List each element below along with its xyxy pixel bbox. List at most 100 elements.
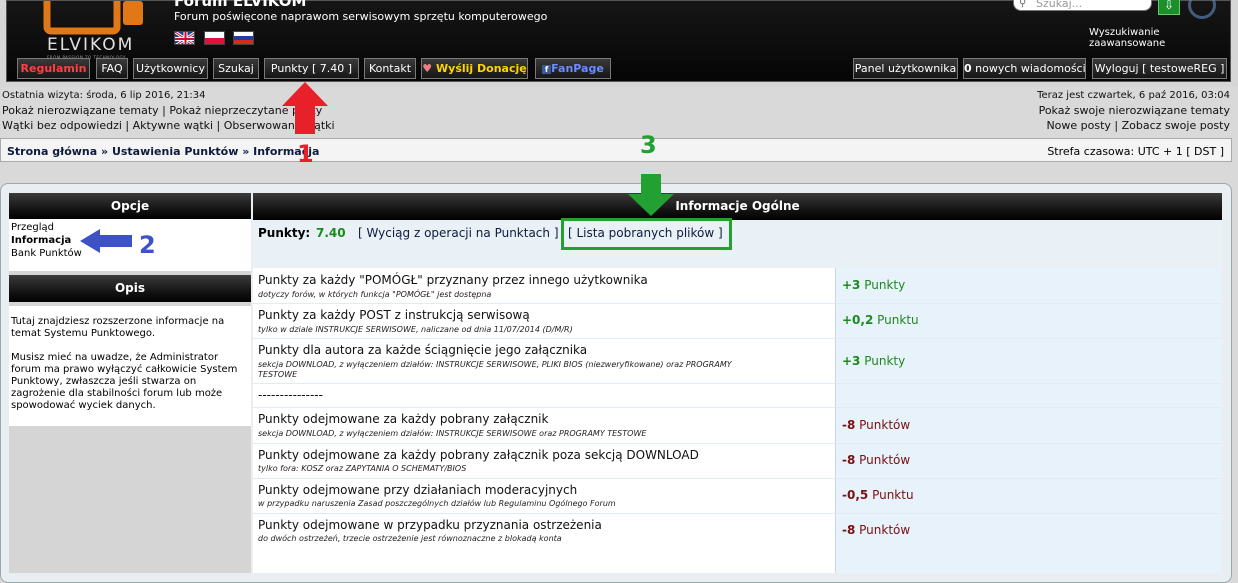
rule-value-unit: Punktu [873,313,919,327]
header-banner: ELVIKOM FROM PASSION TO TECHNOLOGY Forum… [6,0,1231,82]
messages-label: nowych wiadomości [971,62,1086,75]
annotation-number: 3 [640,131,657,159]
nav-donate-button[interactable]: ♥ Wyślij Donację [421,58,528,79]
nav-contact-button[interactable]: Kontakt [364,58,416,79]
nav-user-panel-button[interactable]: Panel użytkownika [853,58,958,79]
logo-text[interactable]: ELVIKOM [47,35,134,55]
rule-value-unit: Punktu [868,488,914,502]
nav-regulamin-button[interactable]: Regulamin [17,58,90,79]
rule-value-unit: Punktów [855,453,911,467]
row-divider [253,478,1222,479]
rule-value-unit: Punktów [855,418,911,432]
messages-count: 0 [964,62,972,75]
advanced-search-link[interactable]: Wyszukiwanie zaawansowane [1089,27,1230,49]
rule-subtitle: TESTOWE [258,370,298,379]
nav-points-button[interactable]: Punkty [ 7.40 ] [264,58,359,79]
rule-subtitle: dotyczy forów, w których funkcja "POMÓGŁ… [258,290,492,299]
annotation-arrow-blue-icon [80,229,132,253]
rule-subtitle: sekcja DOWNLOAD, z wyłączeniem działów: … [258,360,732,369]
last-visit-text: Ostatnia wizyta: środa, 6 lip 2016, 21:3… [2,90,206,101]
description-paragraph: Tutaj znajdziesz rozszerzone informacje … [11,316,225,339]
rule-value: -8 Punktów [842,418,910,432]
rule-value-number: +3 [842,278,861,292]
points-history-link[interactable]: [ Wyciąg z operacji na Punktach ] [358,226,559,240]
row-divider [253,383,1222,384]
rule-value: +0,2 Punktu [842,313,919,327]
search-go-button[interactable]: ⇩ [1158,0,1180,15]
rule-subtitle: sekcja DOWNLOAD, z wyłączeniem działów: … [258,429,647,438]
facebook-icon: f [542,65,552,74]
rule-value-unit: Punktów [855,523,911,537]
flag-ru-icon[interactable] [233,31,254,45]
row-divider [253,407,1222,408]
new-posts-links[interactable]: Nowe posty | Zobacz swoje posty [1046,119,1230,132]
rule-title: Punkty za każdy POST z instrukcją serwis… [258,308,530,322]
magnifier-icon [1188,0,1216,19]
nav-search-button[interactable]: Szukaj [213,58,259,79]
breadcrumb-bar: Strona główna » Ustawienia Punktów » Inf… [0,138,1232,162]
rule-separator: --------------- [258,388,323,402]
rule-subtitle: w przypadku naruszenia Zasad poszczególn… [258,499,616,508]
points-value: 7.40 [316,226,346,240]
heart-icon: ♥ [422,62,433,75]
row-divider [253,513,1222,514]
rule-title: Punkty dla autora za każde ściągnięcie j… [258,343,588,357]
rule-subtitle: do dwóch ostrzeżeń, trzecie ostrzeżenie … [258,534,562,543]
rule-value: -8 Punktów [842,523,910,537]
rule-value-unit: Punkty [860,278,906,292]
row-divider [253,338,1222,339]
rule-value: -8 Punktów [842,453,910,467]
rule-title: Punkty odejmowane za każdy pobrany załąc… [258,412,549,426]
menu-item-points-bank[interactable]: Bank Punktów [11,248,82,259]
rule-value-number: -8 [842,523,856,537]
menu-item-information[interactable]: Informacja [11,235,71,246]
rule-value: +3 Punkty [842,354,905,368]
rule-title: Punkty za każdy "POMÓGŁ" przyznany przez… [258,273,648,287]
rule-title: Punkty odejmowane przy działaniach moder… [258,483,578,497]
rule-value-number: +3 [842,354,861,368]
menu-item-overview[interactable]: Przegląd [11,222,54,233]
description-body: Tutaj znajdziesz rozszerzone informacje … [9,306,251,426]
rule-value: -0,5 Punktu [842,488,914,502]
forum-title[interactable]: Forum ELVIKOM [174,0,306,10]
flag-uk-icon[interactable] [174,31,195,45]
nav-messages-button[interactable]: 0 nowych wiadomości [963,58,1086,79]
rule-subtitle: tylko w dziale INSTRUKCJE SERWISOWE, nal… [258,325,573,334]
points-label: Punkty: [258,226,311,240]
unanswered-links[interactable]: Pokaż nierozwiązane tematy | Pokaż niepr… [2,104,322,117]
general-info-header: Informacje Ogólne [253,193,1222,220]
annotation-number: 1 [297,140,314,168]
nav-faq-button[interactable]: FAQ [96,58,128,79]
forum-description: Forum poświęcone naprawom serwisowym spr… [174,10,548,23]
breadcrumb[interactable]: Strona główna » Ustawienia Punktów » Inf… [7,145,319,158]
flag-pl-icon[interactable] [204,31,225,45]
annotation-arrow-red-icon [282,82,328,134]
search-icon: ⚲ [1019,0,1027,9]
own-unsolved-link[interactable]: Pokaż swoje nierozwiązane tematy [1039,104,1230,117]
row-divider [253,303,1222,304]
rule-title: Punkty odejmowane za każdy pobrany załąc… [258,448,699,462]
description-header: Opis [9,275,251,302]
rule-title: Punkty odejmowane w przypadku przyznania… [258,518,602,532]
description-paragraph: Musisz mieć na uwadze, że Administrator … [11,352,238,411]
annotation-arrow-green-icon [628,174,674,216]
row-divider [253,443,1222,444]
rule-value-unit: Punkty [860,354,906,368]
rule-value-number: -8 [842,418,856,432]
rule-value-number: -0,5 [842,488,869,502]
highlight-frame [561,218,732,250]
nav-users-button[interactable]: Użytkownicy [133,58,208,79]
nav-logout-button[interactable]: Wyloguj [ testoweREG ] [1092,58,1227,79]
rule-value: +3 Punkty [842,278,905,292]
donate-label: Wyślij Donację [436,62,527,75]
header: ELVIKOM FROM PASSION TO TECHNOLOGY Forum… [0,0,1238,87]
current-time-text: Teraz jest czwartek, 6 paź 2016, 03:04 [1037,90,1230,101]
timezone-text: Strefa czasowa: UTC + 1 [ DST ] [1047,145,1224,158]
rule-subtitle: tylko fora: KOSZ oraz ZAPYTANIA O SCHEMA… [258,464,467,473]
options-header: Opcje [9,193,251,219]
rule-value-number: +0,2 [842,313,874,327]
search-input[interactable]: Szukaj... [1013,0,1152,11]
fanpage-label: FanPage [551,62,604,75]
rule-value-number: -8 [842,453,856,467]
nav-fanpage-button[interactable]: f FanPage [535,58,611,79]
